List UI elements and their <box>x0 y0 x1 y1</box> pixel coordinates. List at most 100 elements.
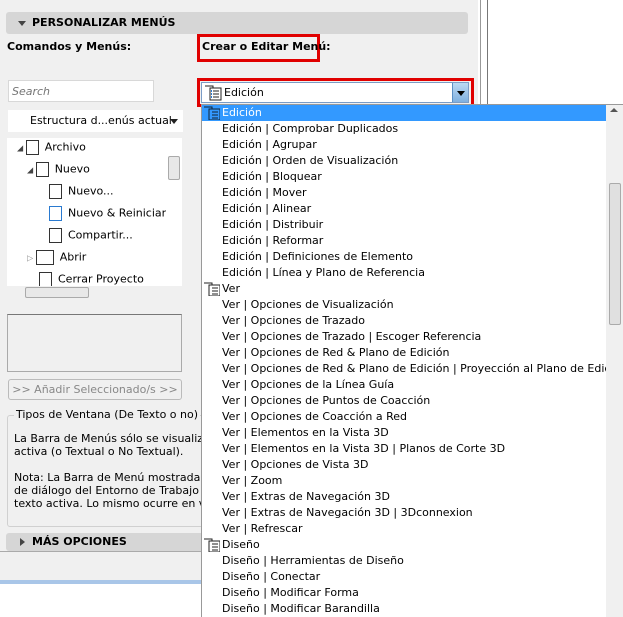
tree-item-archivo[interactable]: ◢ Archivo <box>17 140 86 155</box>
menu-item[interactable]: Edición | Reformar <box>202 233 623 249</box>
menu-item[interactable]: Ver | Opciones de Red & Plano de Edición… <box>202 361 623 377</box>
menu-item-label: Diseño | Modificar Forma <box>222 586 359 599</box>
tree-label: Nuevo <box>54 162 90 176</box>
menu-item[interactable]: Edición | Distribuir <box>202 217 623 233</box>
menu-group-item[interactable]: Diseño <box>202 537 623 553</box>
menu-item-label: Ver | Opciones de Trazado | Escoger Refe… <box>222 330 482 343</box>
structure-select[interactable]: Estructura d...enús actual <box>8 110 183 132</box>
menu-group-item[interactable]: Edición <box>202 105 623 121</box>
menu-item-label: Ver | Opciones de Vista 3D <box>222 458 369 471</box>
tree-horizontal-scrollbar[interactable] <box>7 286 182 298</box>
add-selected-button[interactable]: >> Añadir Seleccionado/s >> <box>8 379 182 400</box>
menu-item-label: Ver | Refrescar <box>222 522 303 535</box>
menu-item[interactable]: Diseño | Herramientas de Diseño <box>202 553 623 569</box>
tree-item-cerrar-proyecto[interactable]: Cerrar Proyecto <box>39 272 144 287</box>
menu-item-label: Edición | Línea y Plano de Referencia <box>222 266 425 279</box>
tree-label: Compartir... <box>68 228 133 242</box>
chevron-down-icon <box>170 119 178 124</box>
menu-item-label: Ver <box>222 282 240 295</box>
menu-item[interactable]: Ver | Extras de Navegación 3D <box>202 489 623 505</box>
tree-item-abrir[interactable]: ▷ Abrir <box>27 250 86 265</box>
close-document-icon <box>39 272 52 287</box>
menu-item-label: Ver | Opciones de Red & Plano de Edición… <box>222 362 623 375</box>
menu-item[interactable]: Edición | Bloquear <box>202 169 623 185</box>
menu-item-label: Diseño | Conectar <box>222 570 321 583</box>
menu-item[interactable]: Edición | Definiciones de Elemento <box>202 249 623 265</box>
menu-item-label: Edición | Bloquear <box>222 170 322 183</box>
menu-item[interactable]: Diseño | Modificar Forma <box>202 585 623 601</box>
tree-label: Archivo <box>44 140 86 154</box>
commands-label: Comandos y Menús: <box>7 40 132 53</box>
structure-select-value: Estructura d...enús actual <box>30 114 172 127</box>
tree-item-nuevo-dots[interactable]: Nuevo... <box>49 184 114 199</box>
chevron-down-icon <box>457 91 465 96</box>
menu-dropdown-list: Edición Edición | Comprobar Duplicados Edi… <box>201 104 623 617</box>
menu-item-label: Ver | Opciones de Coacción a Red <box>222 410 407 423</box>
document-icon <box>35 162 49 177</box>
menu-list-icon <box>204 538 220 552</box>
menu-item-label: Edición | Reformar <box>222 234 324 247</box>
section-header-customize-menus[interactable]: PERSONALIZAR MENÚS <box>6 12 468 34</box>
menu-item-label: Diseño | Modificar Barandilla <box>222 602 380 615</box>
menu-item-label: Ver | Opciones de Red & Plano de Edición <box>222 346 450 359</box>
tree-vertical-scrollbar[interactable] <box>166 138 182 286</box>
menu-item[interactable]: Ver | Opciones de Coacción a Red <box>202 409 623 425</box>
menu-item[interactable]: Ver | Opciones de Puntos de Coacción <box>202 393 623 409</box>
menu-item[interactable]: Ver | Opciones de Visualización <box>202 297 623 313</box>
menu-item[interactable]: Ver | Opciones de Trazado <box>202 313 623 329</box>
menu-item[interactable]: Ver | Opciones de Vista 3D <box>202 457 623 473</box>
menu-item-label: Ver | Extras de Navegación 3D | 3Dconnex… <box>222 506 473 519</box>
expand-triangle-icon <box>20 538 25 546</box>
menu-item[interactable]: Edición | Agrupar <box>202 137 623 153</box>
scroll-up-icon[interactable] <box>610 108 618 112</box>
menu-item[interactable]: Diseño | Conectar <box>202 569 623 585</box>
menu-item[interactable]: Edición | Línea y Plano de Referencia <box>202 265 623 281</box>
menu-item[interactable]: Ver | Extras de Navegación 3D | 3Dconnex… <box>202 505 623 521</box>
open-folder-icon <box>35 250 54 265</box>
menu-item[interactable]: Edición | Mover <box>202 185 623 201</box>
menu-item-label: Edición | Orden de Visualización <box>222 154 399 167</box>
menu-item[interactable]: Edición | Alinear <box>202 201 623 217</box>
menu-item[interactable]: Edición | Comprobar Duplicados <box>202 121 623 137</box>
menu-list-icon <box>204 106 220 120</box>
tree-label: Nuevo... <box>68 184 114 198</box>
menu-item[interactable]: Ver | Opciones de la Línea Guía <box>202 377 623 393</box>
collapse-triangle-icon <box>18 21 26 26</box>
menu-item-label: Edición | Agrupar <box>222 138 317 151</box>
menu-item[interactable]: Ver | Opciones de Trazado | Escoger Refe… <box>202 329 623 345</box>
menu-group-item[interactable]: Ver <box>202 281 623 297</box>
window-types-legend: Tipos de Ventana (De Texto o no) <box>14 408 201 421</box>
search-input[interactable] <box>8 80 154 102</box>
menu-item-label: Edición | Definiciones de Elemento <box>222 250 414 263</box>
dropdown-button[interactable] <box>452 83 468 102</box>
menu-list-icon <box>205 85 222 101</box>
menu-item-label: Edición | Comprobar Duplicados <box>222 122 399 135</box>
tree-item-nuevo[interactable]: ◢ Nuevo <box>27 162 90 177</box>
menu-item-label: Ver | Opciones de Trazado <box>222 314 365 327</box>
menu-item-label: Edición | Alinear <box>222 202 312 215</box>
document-reset-icon <box>49 206 62 221</box>
section-title: PERSONALIZAR MENÚS <box>32 16 176 29</box>
menu-item[interactable]: Diseño | Modificar Barandilla <box>202 601 623 617</box>
menu-item[interactable]: Ver | Elementos en la Vista 3D | Planos … <box>202 441 623 457</box>
menu-item[interactable]: Edición | Orden de Visualización <box>202 153 623 169</box>
menu-item[interactable]: Ver | Opciones de Red & Plano de Edición <box>202 345 623 361</box>
tree-item-nuevo-reiniciar[interactable]: Nuevo & Reiniciar <box>49 206 166 221</box>
tree-item-compartir[interactable]: Compartir... <box>49 228 133 243</box>
menu-item[interactable]: Ver | Elementos en la Vista 3D <box>202 425 623 441</box>
menu-list-icon <box>25 140 39 155</box>
menu-item[interactable]: Ver | Zoom <box>202 473 623 489</box>
menu-item-label: Diseño <box>222 538 260 551</box>
menu-list-icon <box>204 282 220 296</box>
preview-box <box>7 314 182 372</box>
dropdown-scrollbar[interactable] <box>606 105 623 617</box>
tree-label: Cerrar Proyecto <box>58 272 144 286</box>
share-house-icon <box>49 228 62 243</box>
scrollbar-thumb[interactable] <box>609 183 621 325</box>
commands-tree: ◢ Archivo ◢ Nuevo Nuevo... Nuevo & Reini… <box>7 138 182 298</box>
menu-select[interactable]: Edición <box>201 82 469 103</box>
menu-item-label: Ver | Extras de Navegación 3D <box>222 490 390 503</box>
menu-item-label: Ver | Opciones de la Línea Guía <box>222 378 395 391</box>
menu-item[interactable]: Ver | Refrescar <box>202 521 623 537</box>
menu-select-value: Edición <box>224 86 264 99</box>
